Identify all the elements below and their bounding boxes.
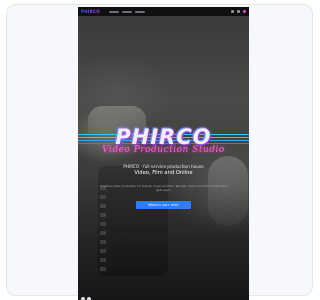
hero-logo: PHIRCO Video Production Studio	[78, 122, 249, 162]
nav-link[interactable]	[134, 10, 145, 13]
social-icon[interactable]	[231, 10, 234, 13]
social-icon[interactable]	[237, 10, 240, 13]
nav-link[interactable]	[121, 10, 132, 13]
nav-links	[108, 10, 145, 13]
cta-button[interactable]: Watch our reel	[136, 201, 191, 209]
site-preview: PHIRCO PHIRCO Video Production Studio PH…	[78, 7, 249, 300]
top-nav: PHIRCO	[78, 7, 249, 16]
menu-icon[interactable]	[243, 10, 246, 13]
film-perforations	[100, 186, 106, 276]
nav-actions	[231, 10, 246, 13]
hero-tagline: PHIRCO · full service production house V…	[102, 164, 225, 177]
hero-description: Creative video production for brands, mu…	[100, 184, 227, 192]
nav-link[interactable]	[108, 10, 119, 13]
logo-subtitle: Video Production Studio	[102, 145, 225, 155]
nav-brand[interactable]: PHIRCO	[81, 9, 100, 14]
tagline-line-2: Video, Film and Online	[134, 169, 193, 176]
film-roll-shape	[98, 166, 168, 276]
